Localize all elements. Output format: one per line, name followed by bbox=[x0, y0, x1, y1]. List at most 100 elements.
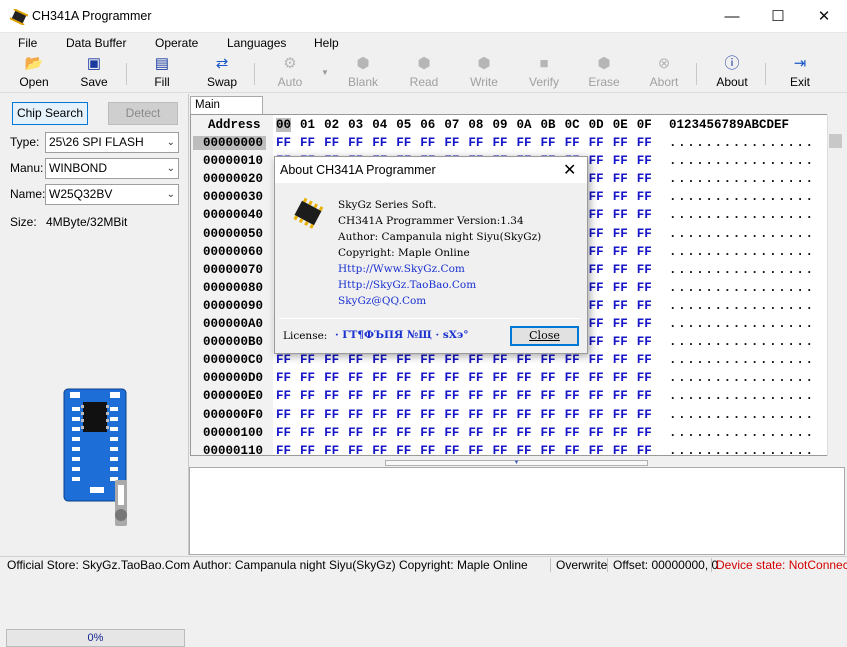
byte-cell[interactable]: FF bbox=[541, 136, 556, 150]
chip-search-button[interactable]: Chip Search bbox=[12, 102, 88, 125]
verify-button[interactable]: ■ Verify bbox=[524, 54, 564, 92]
byte-cell[interactable]: FF bbox=[637, 208, 652, 222]
byte-cell[interactable]: FF bbox=[348, 136, 363, 150]
ascii-cell[interactable]: ................ bbox=[669, 154, 815, 168]
byte-cell[interactable]: FF bbox=[589, 245, 604, 259]
byte-cell[interactable]: FF bbox=[589, 426, 604, 440]
byte-cell[interactable]: FF bbox=[613, 408, 628, 422]
byte-cell[interactable]: FF bbox=[420, 371, 435, 385]
byte-cell[interactable]: FF bbox=[420, 353, 435, 367]
byte-cell[interactable]: FF bbox=[372, 136, 387, 150]
byte-cell[interactable]: FF bbox=[396, 353, 411, 367]
byte-cell[interactable]: FF bbox=[589, 299, 604, 313]
byte-cell[interactable]: FF bbox=[637, 353, 652, 367]
byte-cell[interactable]: FF bbox=[396, 389, 411, 403]
byte-cell[interactable]: FF bbox=[589, 317, 604, 331]
menu-languages[interactable]: Languages bbox=[227, 36, 286, 50]
byte-cell[interactable]: FF bbox=[637, 190, 652, 204]
byte-cell[interactable]: FF bbox=[468, 371, 483, 385]
email-link[interactable]: SkyGz@QQ.Com bbox=[338, 295, 426, 307]
menu-file[interactable]: File bbox=[18, 36, 37, 50]
type-select[interactable]: 25\26 SPI FLASH ⌄ bbox=[45, 132, 179, 153]
byte-cell[interactable]: FF bbox=[348, 371, 363, 385]
byte-cell[interactable]: FF bbox=[420, 389, 435, 403]
byte-cell[interactable]: FF bbox=[589, 190, 604, 204]
byte-cell[interactable]: FF bbox=[613, 389, 628, 403]
byte-cell[interactable]: FF bbox=[613, 317, 628, 331]
splitter[interactable]: ▼ bbox=[190, 458, 843, 467]
byte-cell[interactable]: FF bbox=[324, 136, 339, 150]
byte-cell[interactable]: FF bbox=[613, 172, 628, 186]
ascii-cell[interactable]: ................ bbox=[669, 299, 815, 313]
byte-cell[interactable]: FF bbox=[589, 136, 604, 150]
save-button[interactable]: ▣ Save bbox=[74, 54, 114, 92]
byte-cell[interactable]: FF bbox=[300, 353, 315, 367]
byte-cell[interactable]: FF bbox=[396, 136, 411, 150]
byte-cell[interactable]: FF bbox=[541, 444, 556, 455]
byte-cell[interactable]: FF bbox=[276, 408, 291, 422]
ascii-cell[interactable]: ................ bbox=[669, 263, 815, 277]
erase-button[interactable]: ⬢ Erase bbox=[584, 54, 624, 92]
byte-cell[interactable]: FF bbox=[637, 426, 652, 440]
byte-cell[interactable]: FF bbox=[324, 426, 339, 440]
byte-cell[interactable]: FF bbox=[541, 353, 556, 367]
byte-cell[interactable]: FF bbox=[276, 389, 291, 403]
byte-cell[interactable]: FF bbox=[565, 426, 580, 440]
taobao-link[interactable]: Http://SkyGz.TaoBao.Com bbox=[338, 279, 476, 291]
byte-cell[interactable]: FF bbox=[637, 227, 652, 241]
byte-cell[interactable]: FF bbox=[637, 408, 652, 422]
byte-cell[interactable]: FF bbox=[589, 154, 604, 168]
menu-help[interactable]: Help bbox=[314, 36, 339, 50]
byte-cell[interactable]: FF bbox=[613, 281, 628, 295]
ascii-cell[interactable]: ................ bbox=[669, 245, 815, 259]
auto-button[interactable]: ⚙ Auto bbox=[270, 54, 310, 92]
byte-cell[interactable]: FF bbox=[517, 444, 532, 455]
byte-cell[interactable]: FF bbox=[348, 426, 363, 440]
byte-cell[interactable]: FF bbox=[613, 426, 628, 440]
byte-cell[interactable]: FF bbox=[492, 136, 507, 150]
ascii-cell[interactable]: ................ bbox=[669, 389, 815, 403]
byte-cell[interactable]: FF bbox=[468, 136, 483, 150]
byte-cell[interactable]: FF bbox=[517, 408, 532, 422]
byte-cell[interactable]: FF bbox=[468, 408, 483, 422]
byte-cell[interactable]: FF bbox=[468, 426, 483, 440]
byte-cell[interactable]: FF bbox=[468, 389, 483, 403]
byte-cell[interactable]: FF bbox=[613, 190, 628, 204]
byte-cell[interactable]: FF bbox=[492, 444, 507, 455]
byte-cell[interactable]: FF bbox=[589, 335, 604, 349]
name-select[interactable]: W25Q32BV ⌄ bbox=[45, 184, 179, 205]
byte-cell[interactable]: FF bbox=[348, 444, 363, 455]
byte-cell[interactable]: FF bbox=[348, 353, 363, 367]
close-window-button[interactable]: ✕ bbox=[801, 0, 847, 33]
byte-cell[interactable]: FF bbox=[420, 426, 435, 440]
byte-cell[interactable]: FF bbox=[372, 444, 387, 455]
byte-cell[interactable]: FF bbox=[517, 389, 532, 403]
byte-cell[interactable]: FF bbox=[541, 426, 556, 440]
byte-cell[interactable]: FF bbox=[637, 317, 652, 331]
byte-cell[interactable]: FF bbox=[348, 389, 363, 403]
byte-cell[interactable]: FF bbox=[444, 444, 459, 455]
byte-cell[interactable]: FF bbox=[637, 245, 652, 259]
byte-cell[interactable]: FF bbox=[492, 408, 507, 422]
byte-cell[interactable]: FF bbox=[444, 371, 459, 385]
byte-cell[interactable]: FF bbox=[637, 154, 652, 168]
byte-cell[interactable]: FF bbox=[613, 263, 628, 277]
byte-cell[interactable]: FF bbox=[613, 245, 628, 259]
byte-cell[interactable]: FF bbox=[613, 353, 628, 367]
byte-cell[interactable]: FF bbox=[541, 408, 556, 422]
byte-cell[interactable]: FF bbox=[300, 389, 315, 403]
byte-cell[interactable]: FF bbox=[300, 371, 315, 385]
byte-cell[interactable]: FF bbox=[492, 353, 507, 367]
byte-cell[interactable]: FF bbox=[565, 353, 580, 367]
byte-cell[interactable]: FF bbox=[613, 299, 628, 313]
byte-cell[interactable]: FF bbox=[372, 408, 387, 422]
ascii-cell[interactable]: ................ bbox=[669, 371, 815, 385]
byte-cell[interactable]: FF bbox=[517, 353, 532, 367]
byte-cell[interactable]: FF bbox=[637, 136, 652, 150]
byte-cell[interactable]: FF bbox=[613, 227, 628, 241]
byte-cell[interactable]: FF bbox=[276, 426, 291, 440]
auto-dropdown-icon[interactable]: ▼ bbox=[321, 68, 329, 77]
ascii-cell[interactable]: ................ bbox=[669, 408, 815, 422]
write-button[interactable]: ⬢ Write bbox=[464, 54, 504, 92]
byte-cell[interactable]: FF bbox=[565, 136, 580, 150]
